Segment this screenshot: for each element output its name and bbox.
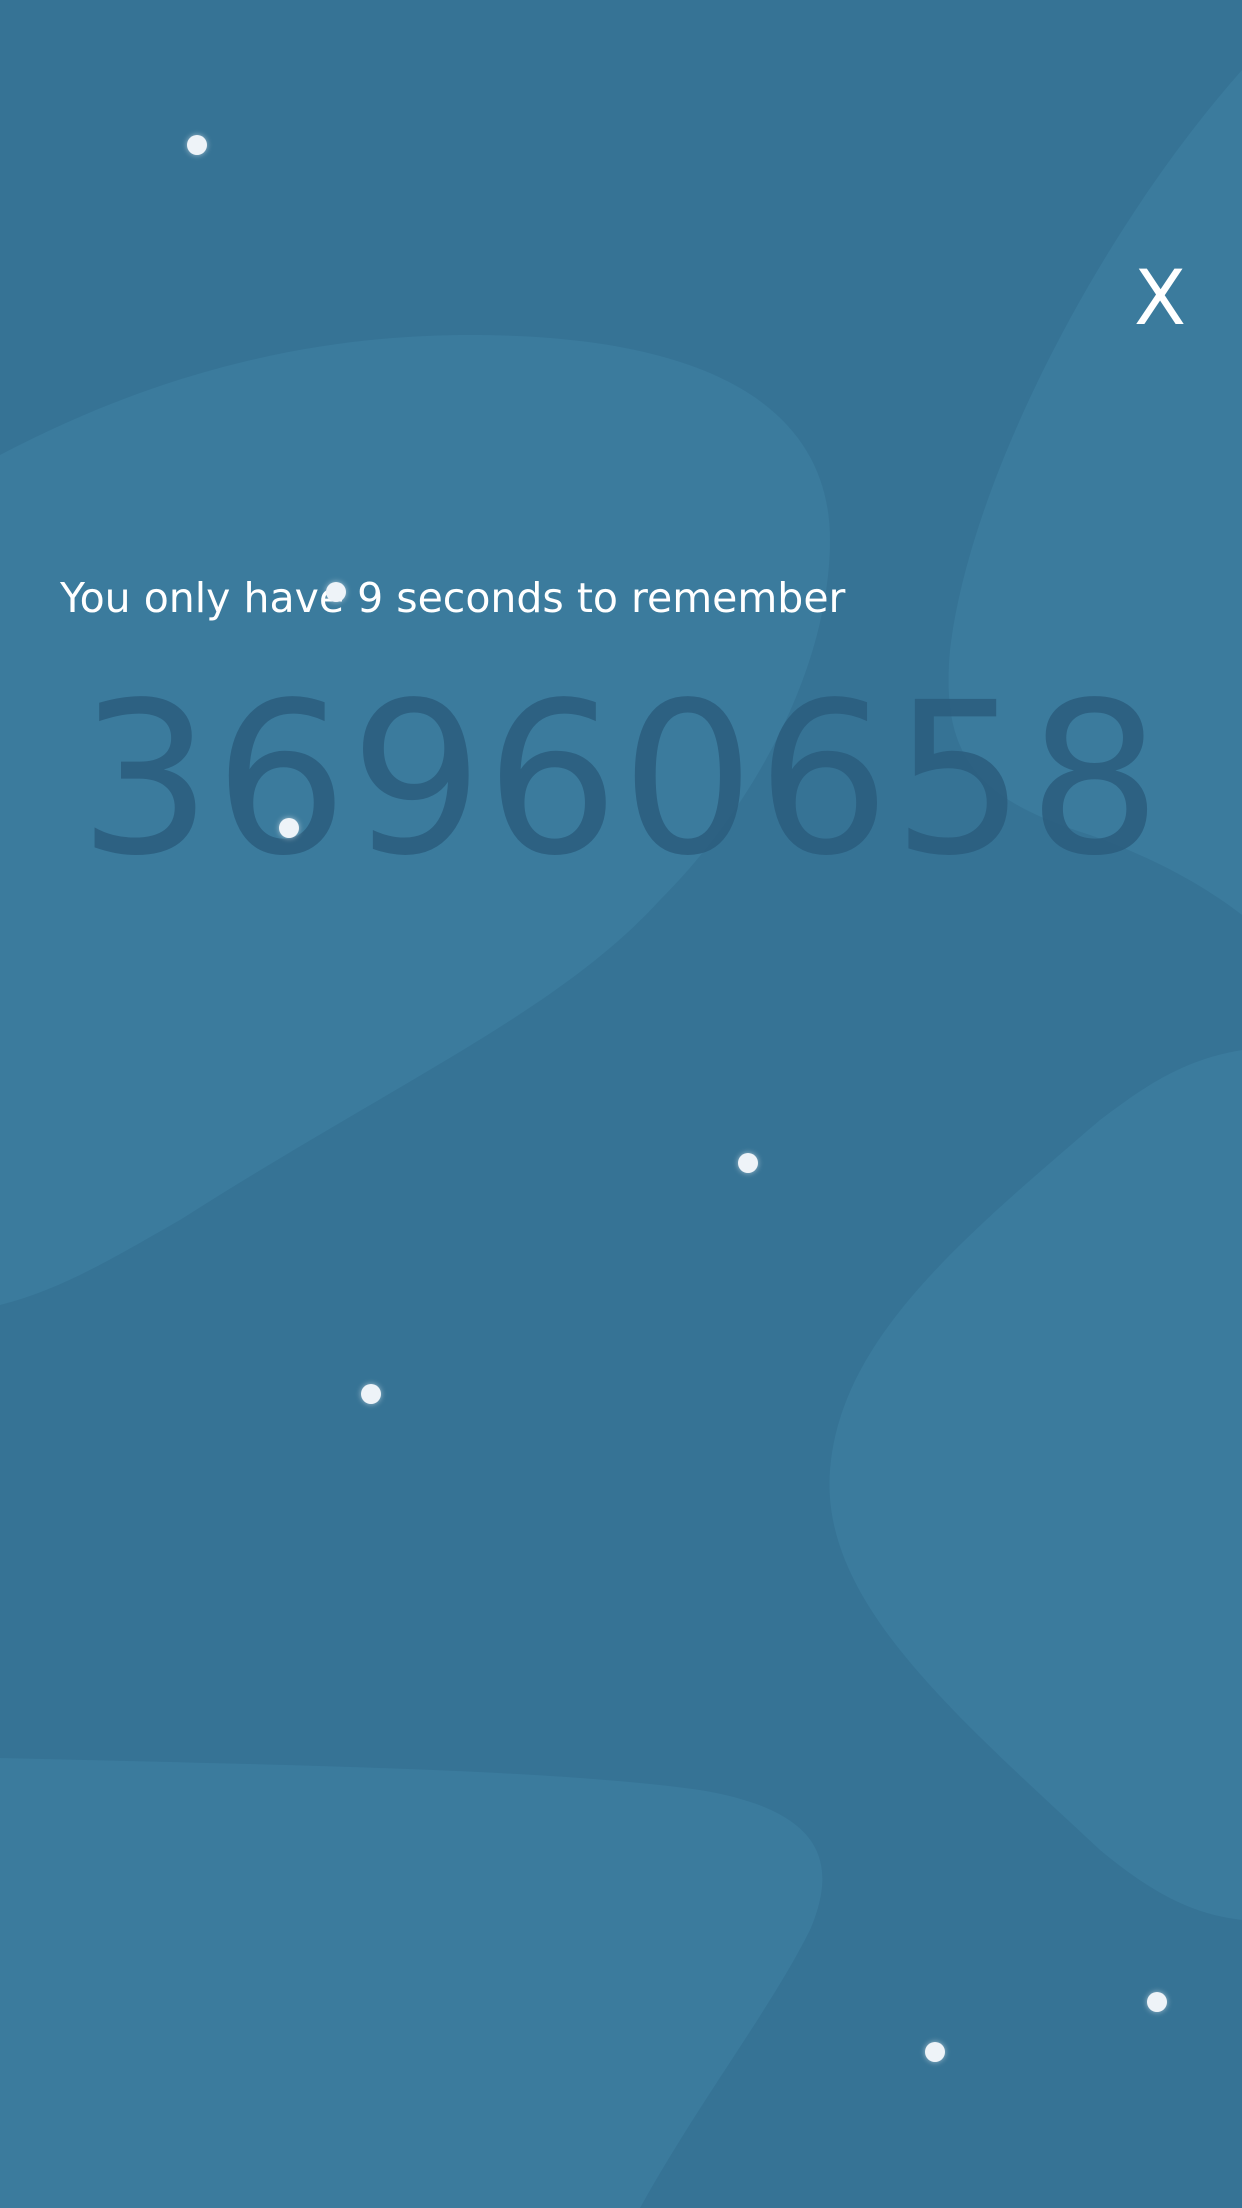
background-blob <box>829 1050 1242 1920</box>
floating-particle <box>326 582 346 602</box>
floating-particle <box>1147 1992 1167 2012</box>
close-button[interactable]: X <box>1120 258 1200 338</box>
floating-particle <box>361 1384 381 1404</box>
floating-particle <box>279 818 299 838</box>
background-blobs <box>0 70 1242 2208</box>
instruction-text: You only have 9 seconds to remember <box>60 574 846 622</box>
floating-particle <box>187 135 207 155</box>
floating-particle <box>925 2042 945 2062</box>
memory-number: 36960658 <box>78 657 1164 902</box>
background-blob <box>0 1758 823 2208</box>
floating-particle <box>738 1153 758 1173</box>
